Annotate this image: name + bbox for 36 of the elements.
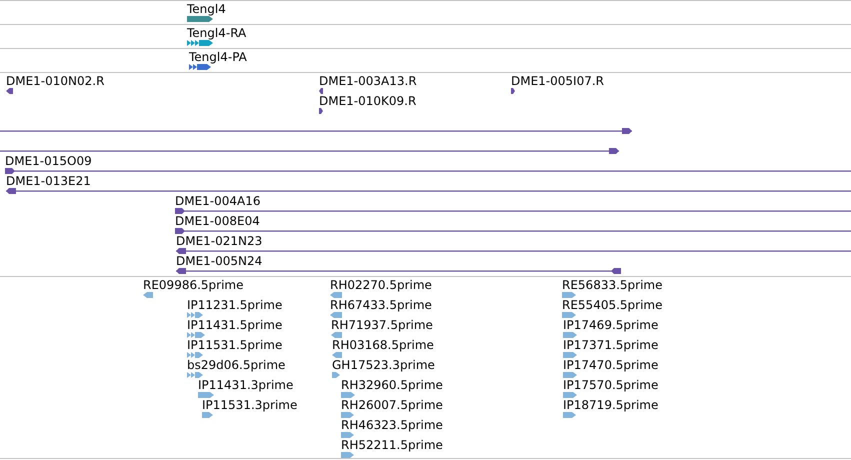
feature-label[interactable]: DME1-005I07.R (511, 74, 604, 88)
feature-label[interactable]: IP18719.5prime (563, 398, 658, 412)
feature-label[interactable]: RH46323.5prime (341, 418, 443, 432)
feature-label[interactable]: IP17371.5prime (563, 338, 658, 352)
feature-label[interactable]: IP17469.5prime (563, 318, 658, 332)
feature-label[interactable]: DME1-008E04 (175, 214, 260, 228)
feature-label[interactable]: RH71937.5prime (331, 318, 433, 332)
feature-label[interactable]: RH32960.5prime (341, 378, 443, 392)
feature-label[interactable]: IP11431.5prime (187, 318, 282, 332)
feature-label[interactable]: RH02270.5prime (330, 278, 432, 292)
feature-label[interactable]: GH17523.3prime (332, 358, 435, 372)
feature-label[interactable]: DME1-015O09 (5, 154, 92, 168)
feature-label[interactable]: IP11431.3prime (198, 378, 294, 392)
feature-label[interactable]: DME1-010N02.R (6, 74, 104, 88)
feature-label[interactable]: RE09986.5prime (143, 278, 244, 292)
feature-label[interactable]: Tengl4-RA (187, 26, 246, 40)
feature-label[interactable]: Tengl4 (187, 2, 226, 16)
feature-label[interactable]: DME1-021N23 (176, 234, 262, 248)
feature-label[interactable]: DME1-003A13.R (319, 74, 417, 88)
feature-label[interactable]: IP11531.3prime (202, 398, 298, 412)
feature-label[interactable]: IP17570.5prime (563, 378, 658, 392)
feature-label[interactable]: DME1-010K09.R (319, 94, 416, 108)
feature-label[interactable]: IP11531.5prime (187, 338, 282, 352)
feature-label[interactable]: bs29d06.5prime (187, 358, 286, 372)
feature-label[interactable]: IP11231.5prime (187, 298, 282, 312)
feature-label[interactable]: Tengl4-PA (189, 50, 247, 64)
feature-label[interactable]: DME1-013E21 (6, 174, 91, 188)
feature-label[interactable]: RH67433.5prime (330, 298, 432, 312)
feature-label[interactable]: RH03168.5prime (332, 338, 434, 352)
feature-label[interactable]: RH26007.5prime (341, 398, 443, 412)
feature-label[interactable]: IP17470.5prime (563, 358, 658, 372)
feature-label[interactable]: RE56833.5prime (562, 278, 662, 292)
feature-label[interactable]: RH52211.5prime (341, 438, 443, 452)
feature-label[interactable]: RE55405.5prime (562, 298, 662, 312)
feature-label[interactable]: DME1-004A16 (175, 194, 261, 208)
feature-label[interactable]: DME1-005N24 (176, 254, 262, 268)
